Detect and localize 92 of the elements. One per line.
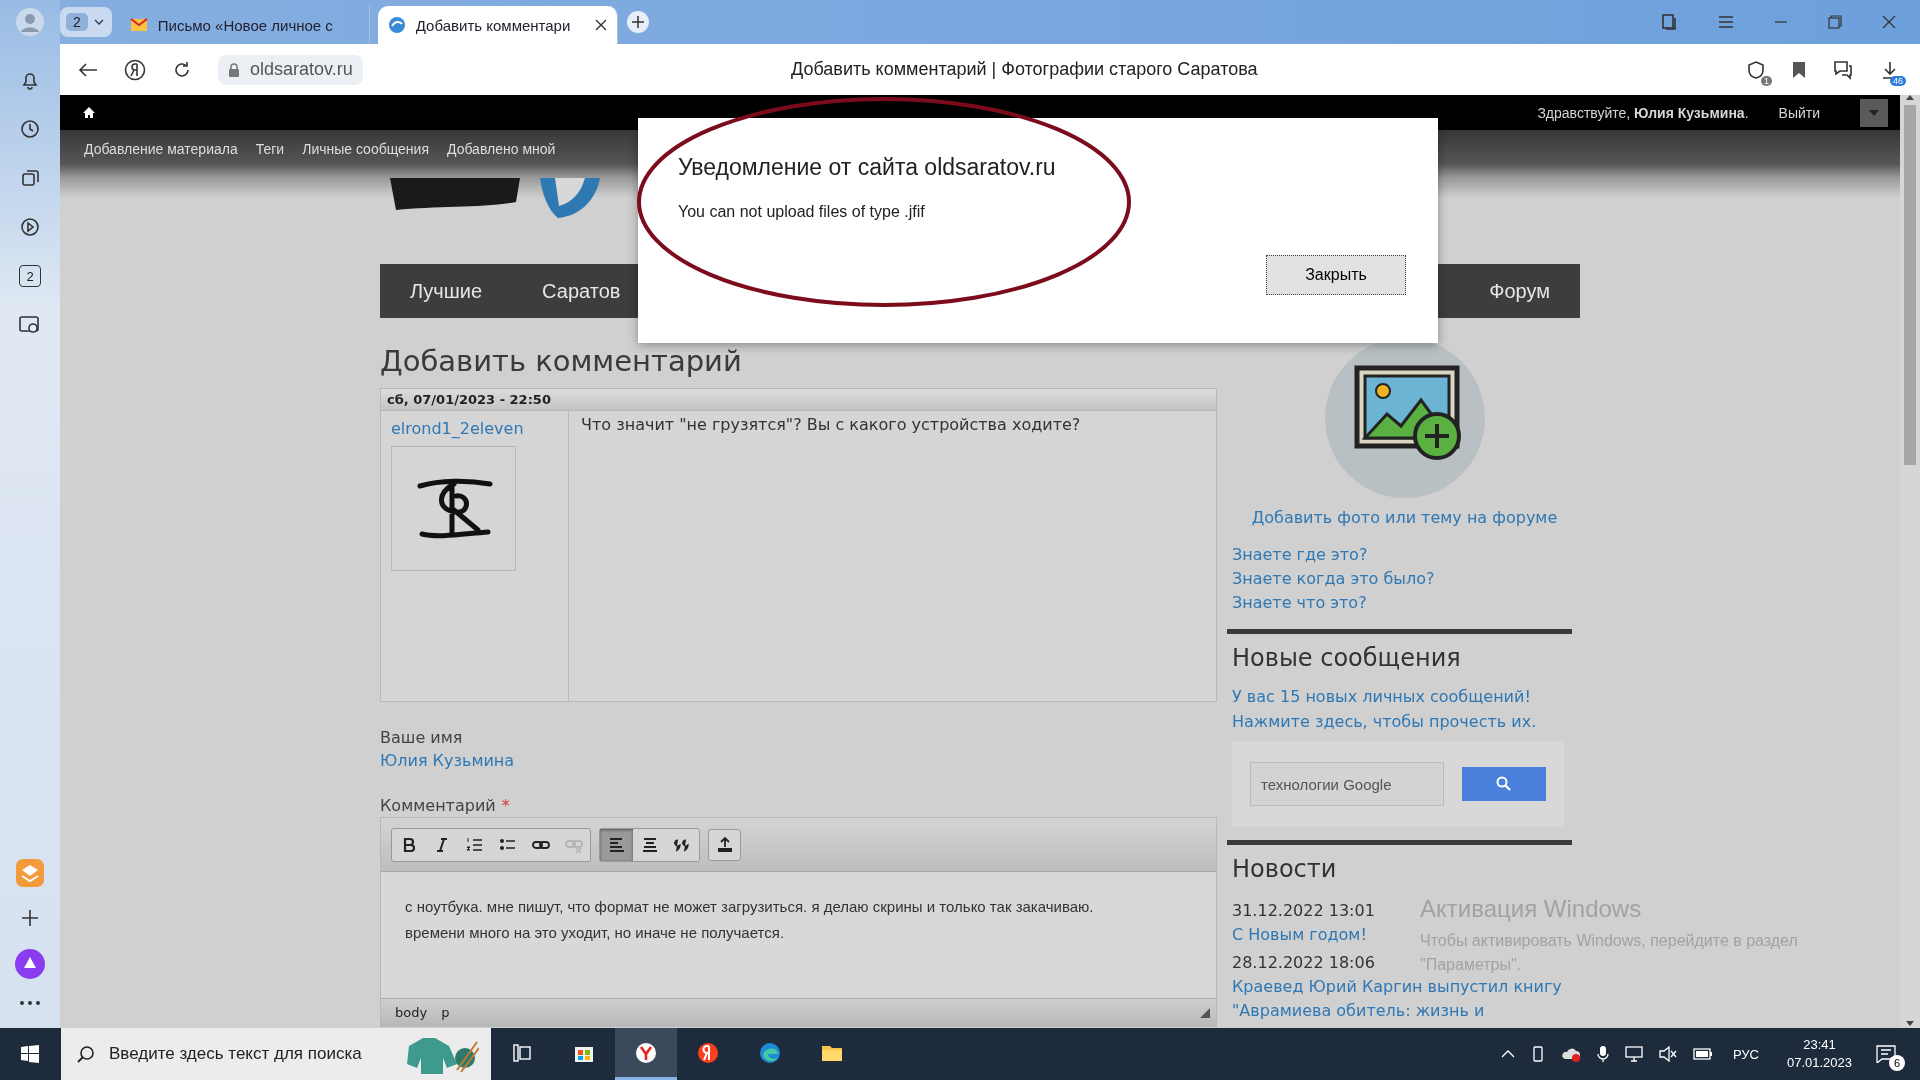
plus-icon[interactable] — [20, 908, 40, 928]
y-browser-icon — [635, 1041, 657, 1064]
mail-icon — [129, 18, 148, 32]
task-view-icon — [511, 1041, 533, 1064]
home-icon[interactable] — [82, 106, 96, 119]
align-center-icon — [640, 835, 659, 854]
menu-link[interactable]: Личные сообщения — [302, 141, 429, 157]
comment-text: Что значит "не грузятся"? Вы с какого устройства ходите? — [580, 414, 1082, 436]
dialog-title: Уведомление от сайта oldsaratov.ru — [678, 154, 1057, 181]
section-heading: Новые сообщения — [1232, 644, 1462, 672]
y-logo-icon — [697, 1041, 719, 1064]
tab-group-button[interactable]: 2 — [60, 7, 112, 37]
speaker-muted-icon[interactable] — [1658, 1046, 1677, 1062]
field-label: Ваше имя — [380, 728, 464, 747]
logout-link[interactable]: Выйти — [1778, 104, 1820, 121]
menu-link[interactable]: Добавлено мной — [447, 141, 556, 157]
nav-link[interactable]: Лучшие — [410, 279, 483, 303]
bookmark-icon[interactable] — [1792, 60, 1806, 79]
back-icon[interactable] — [78, 61, 98, 78]
dropdown-button[interactable] — [1860, 98, 1888, 127]
upload-button[interactable] — [708, 828, 741, 861]
menu-link[interactable]: Добавление материала — [84, 141, 238, 157]
close-icon[interactable] — [594, 19, 607, 31]
tab-group-count: 2 — [66, 13, 88, 31]
new-tab-icon[interactable] — [625, 10, 650, 34]
nav-link[interactable]: Саратов — [542, 279, 621, 303]
nav-link[interactable]: Форум — [1489, 279, 1550, 303]
align-left-button[interactable] — [600, 828, 633, 861]
badge: 1 — [1761, 75, 1772, 86]
numbered-list-icon — [465, 835, 484, 854]
page-title: Добавить комментарий | Фотографии старого Саратова — [790, 59, 1259, 80]
edge-icon — [759, 1041, 781, 1064]
news-date: 28.12.2022 18:06 — [1231, 952, 1375, 974]
required-mark: * — [501, 796, 510, 815]
more-icon[interactable] — [19, 1000, 41, 1006]
taskbar-search-field[interactable]: Введите здесь текст для поиска — [61, 1028, 491, 1080]
camera-icon[interactable] — [18, 314, 42, 336]
start-icon[interactable] — [21, 1045, 39, 1063]
editor-field[interactable]: с ноутбука. мне пишут, что формат не может загрузиться. я делаю скрины и только так закачиваю. времени много на это уходит, но иначе не получается. body p — [380, 817, 1217, 1027]
close-button[interactable]: Закрыть — [1266, 255, 1406, 295]
browser-tab[interactable]: Добавить комментари — [377, 6, 618, 44]
lock-icon — [228, 62, 240, 77]
search-input[interactable]: Введите здесь текст для поиска — [107, 1043, 387, 1065]
dialog-message: You can not upload files of type .jfif — [678, 203, 926, 221]
comment-date: сб, 07/01/2023 - 22:50 — [381, 389, 1216, 411]
cloud-icon[interactable] — [1560, 1046, 1581, 1062]
tab-count-button[interactable]: 2 — [19, 265, 41, 287]
network-icon[interactable] — [1624, 1046, 1643, 1062]
resize-handle-icon[interactable] — [1200, 1007, 1210, 1018]
news-date: 31.12.2022 13:01 — [1231, 900, 1375, 922]
address-field[interactable]: oldsaratov.ru — [218, 54, 363, 85]
phone-icon[interactable] — [1530, 1046, 1545, 1062]
badge: 46 — [1890, 75, 1906, 86]
taskbar-button[interactable] — [615, 1028, 677, 1080]
page-heading: Добавить комментарий — [380, 344, 743, 378]
battery-icon[interactable] — [1692, 1048, 1713, 1060]
scrollbar-thumb[interactable] — [1904, 105, 1916, 465]
upload-icon — [715, 835, 734, 854]
site-icon — [387, 16, 406, 34]
caret-icon — [1869, 109, 1879, 116]
element-path[interactable]: p — [441, 1005, 450, 1020]
editor-text: с ноутбука. мне пишут, что формат не может загрузиться. я делаю скрины и только так закачиваю. — [405, 897, 1094, 917]
scroll-down-icon[interactable] — [1906, 1021, 1914, 1026]
play-icon[interactable] — [19, 216, 41, 238]
chat-icon[interactable] — [1832, 59, 1854, 80]
microphone-icon[interactable] — [1596, 1045, 1609, 1063]
badge: 6 — [1889, 1055, 1905, 1071]
menu-icon[interactable] — [1718, 16, 1734, 28]
search-icon — [77, 1045, 95, 1063]
collections-icon[interactable] — [1660, 13, 1678, 31]
restore-icon[interactable] — [1828, 15, 1842, 29]
search-icon — [1496, 776, 1512, 792]
shield-icon[interactable] — [1746, 59, 1766, 80]
element-path[interactable]: body — [395, 1005, 428, 1020]
clock[interactable]: 23:41 07.01.2023 — [1786, 1036, 1852, 1072]
search-field[interactable]: технологии Google — [1250, 762, 1444, 806]
notification-icon[interactable] — [1876, 1045, 1896, 1063]
clock-icon[interactable] — [19, 118, 41, 140]
section-heading: Новости — [1232, 855, 1338, 883]
assistant-icon[interactable] — [14, 948, 46, 980]
caret-icon — [93, 19, 104, 25]
language-indicator[interactable]: РУС — [1732, 1046, 1759, 1062]
greeting-text: Здравствуйте, Юлия Кузьмина. — [1537, 104, 1749, 121]
field-label: Комментарий — [380, 796, 496, 815]
editor-text: времени много на это уходит, но иначе не получается. — [405, 923, 785, 943]
chevron-up-icon[interactable] — [1500, 1049, 1515, 1059]
align-left-icon — [607, 835, 626, 854]
y-logo-icon[interactable] — [124, 58, 146, 81]
menu-link[interactable]: Теги — [255, 141, 285, 157]
scrollbar[interactable] — [1900, 95, 1920, 1028]
copy-icon[interactable] — [19, 167, 41, 189]
reload-icon[interactable] — [172, 59, 192, 80]
